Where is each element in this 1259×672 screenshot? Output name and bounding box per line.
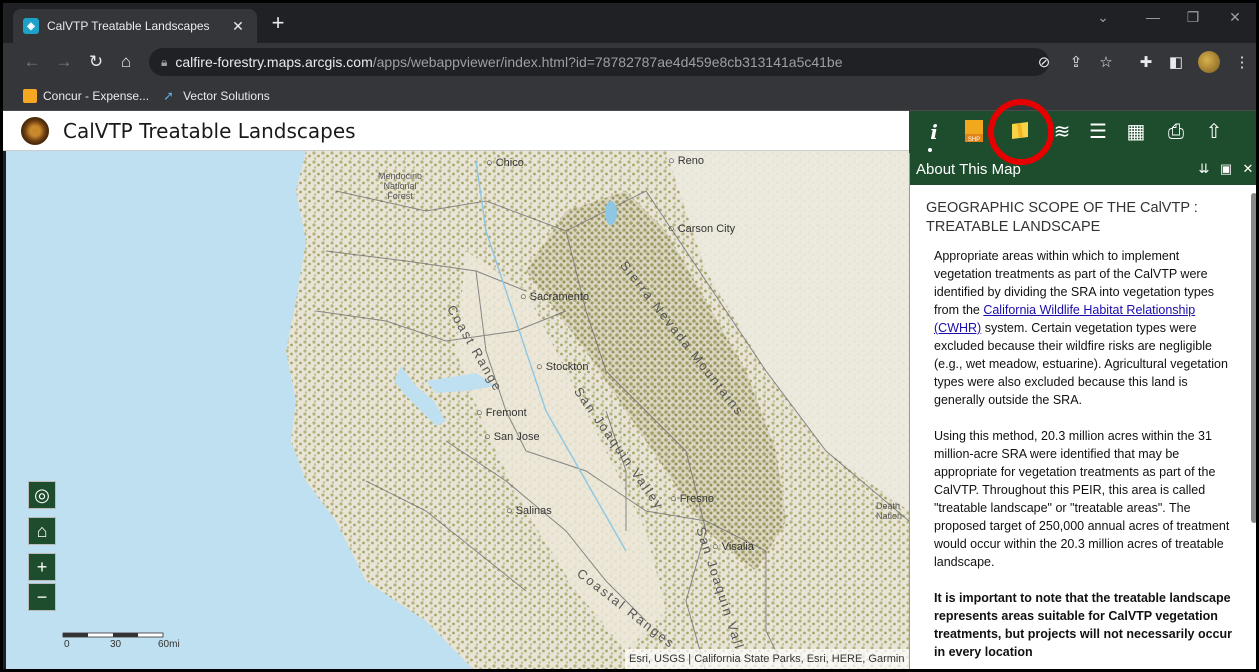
basemap-terrain <box>6 151 909 669</box>
panel-title: About This Map <box>916 160 1021 178</box>
city-label-san-jose: ○ San Jose <box>484 431 540 443</box>
shapefile-widget-icon[interactable]: SHP <box>961 119 987 145</box>
home-icon[interactable]: ⌂ <box>115 51 137 73</box>
panel-body: GEOGRAPHIC SCOPE OF THE CalVTP : TREATAB… <box>910 185 1247 669</box>
scale-label-zero: 0 <box>64 639 70 650</box>
about-widget-icon[interactable]: i <box>921 119 947 145</box>
reload-icon[interactable]: ↻ <box>85 51 107 73</box>
maximize-icon[interactable]: ▣ <box>1215 161 1237 177</box>
panel-header: About This Map ⇊ ▣ ✕ <box>910 153 1256 185</box>
bookmark-concur[interactable]: Concur - Expense... <box>23 88 150 103</box>
close-window-icon[interactable]: ✕ <box>1221 9 1249 26</box>
about-panel: About This Map ⇊ ▣ ✕ GEOGRAPHIC SCOPE OF… <box>909 153 1256 669</box>
forward-icon[interactable]: → <box>53 51 75 73</box>
close-panel-icon[interactable]: ✕ <box>1237 161 1256 177</box>
bookmark-label: Concur - Expense... <box>43 88 150 103</box>
active-widget-indicator <box>928 148 932 152</box>
address-bar[interactable]: 🔒︎ calfire-forestry.maps.arcgis.com /app… <box>149 48 1049 76</box>
city-label-reno: ○ Reno <box>668 155 704 167</box>
extensions-icon[interactable]: ✚ <box>1135 52 1157 74</box>
locate-button[interactable]: ◎ <box>28 481 56 509</box>
scale-label-mid: 30 <box>110 639 122 650</box>
url-host: calfire-forestry.maps.arcgis.com <box>175 54 373 70</box>
map-attribution[interactable]: Esri, USGS | California State Parks, Esr… <box>625 649 909 669</box>
basemap-gallery-widget-icon[interactable]: ▦ <box>1123 119 1149 145</box>
home-icon: ⌂ <box>36 521 48 541</box>
vector-solutions-icon: ➚ <box>163 87 174 103</box>
svg-text:SHP: SHP <box>968 137 980 143</box>
app-header: CalVTP Treatable Landscapes <box>3 111 909 151</box>
restore-icon[interactable]: ❐ <box>1179 9 1207 26</box>
home-extent-button[interactable]: ⌂ <box>28 517 56 545</box>
city-label-stockton: ○ Stockton <box>536 361 589 373</box>
city-label-chico: ○ Chico <box>486 157 524 169</box>
url-path: /apps/webappviewer/index.html?id=7878278… <box>372 54 843 70</box>
app-title: CalVTP Treatable Landscapes <box>63 118 356 143</box>
city-label-fremont: ○ Fremont <box>476 407 527 419</box>
share-page-icon[interactable]: ⇪ <box>1065 52 1087 74</box>
browser-tab[interactable]: ◈ CalVTP Treatable Landscapes ✕ <box>13 9 257 43</box>
city-label-fresno: ○ Fresno <box>670 493 714 505</box>
new-tab-icon[interactable]: + <box>265 11 291 37</box>
zoom-out-button[interactable]: − <box>28 583 56 611</box>
share-widget-icon[interactable]: ⇧ <box>1201 119 1227 145</box>
collapse-icon[interactable]: ⇊ <box>1193 161 1215 177</box>
tab-title: CalVTP Treatable Landscapes <box>47 19 210 33</box>
concur-icon <box>23 88 37 103</box>
browser-menu-icon[interactable]: ⋮ <box>1231 52 1253 74</box>
paragraph-2: Using this method, 20.3 million acres wi… <box>934 429 1230 569</box>
plus-icon: + <box>36 557 48 577</box>
bookmark-vector-solutions[interactable]: ➚ Vector Solutions <box>163 87 270 103</box>
map-view[interactable]: ○ Chico ○ Reno ○ Carson City Mendocino N… <box>6 151 909 669</box>
label-death-valley: Death Nation <box>876 501 903 521</box>
paragraph-3: It is important to note that the treatab… <box>934 591 1233 659</box>
city-label-salinas: ○ Salinas <box>506 505 552 517</box>
paragraph-1: Appropriate areas within which to implem… <box>934 249 1228 407</box>
city-label-visalia: ○ Visalia <box>712 541 754 553</box>
tab-search-icon[interactable]: ⌄ <box>1089 9 1117 26</box>
bookmark-star-icon[interactable]: ☆ <box>1095 52 1117 74</box>
lock-icon[interactable]: 🔒︎ <box>161 55 167 70</box>
locate-icon: ◎ <box>34 485 50 505</box>
minimize-icon[interactable]: — <box>1139 9 1167 25</box>
zoom-in-button[interactable]: + <box>28 553 56 581</box>
widget-toolbar: i SHP ≋ ☰ ▦ ⎙ ⇧ <box>909 111 1256 153</box>
panel-scrollbar[interactable] <box>1251 193 1256 523</box>
browser-toolbar: ← → ↻ ⌂ 🔒︎ calfire-forestry.maps.arcgis.… <box>3 43 1256 81</box>
close-tab-icon[interactable]: ✕ <box>229 18 247 35</box>
label-mendocino-national-forest: Mendocino National Forest <box>377 171 423 201</box>
legend-widget-icon[interactable]: ☰ <box>1085 119 1111 145</box>
profile-avatar[interactable] <box>1198 51 1220 73</box>
back-icon[interactable]: ← <box>21 51 43 73</box>
print-widget-icon[interactable]: ⎙ <box>1163 119 1189 145</box>
scale-label-end: 60mi <box>158 639 180 650</box>
scope-heading: GEOGRAPHIC SCOPE OF THE CalVTP : TREATAB… <box>926 200 1198 235</box>
highlight-circle-annotation <box>988 99 1054 165</box>
tracking-blocked-icon[interactable]: ⊘ <box>1033 52 1055 74</box>
side-panel-icon[interactable]: ◧ <box>1165 52 1187 74</box>
minus-icon: − <box>36 587 48 607</box>
bookmark-label: Vector Solutions <box>183 88 270 103</box>
browser-window: ◈ CalVTP Treatable Landscapes ✕ + ⌄ — ❐ … <box>0 0 1259 672</box>
bookmarks-bar: Concur - Expense... ➚ Vector Solutions <box>3 81 1256 111</box>
city-label-sacramento: ○ Sacramento <box>520 291 590 303</box>
calfire-logo <box>21 116 49 145</box>
tab-strip: ◈ CalVTP Treatable Landscapes ✕ + ⌄ — ❐ … <box>3 3 1256 43</box>
arcgis-favicon-icon: ◈ <box>23 18 39 34</box>
city-label-carson-city: ○ Carson City <box>668 223 736 235</box>
